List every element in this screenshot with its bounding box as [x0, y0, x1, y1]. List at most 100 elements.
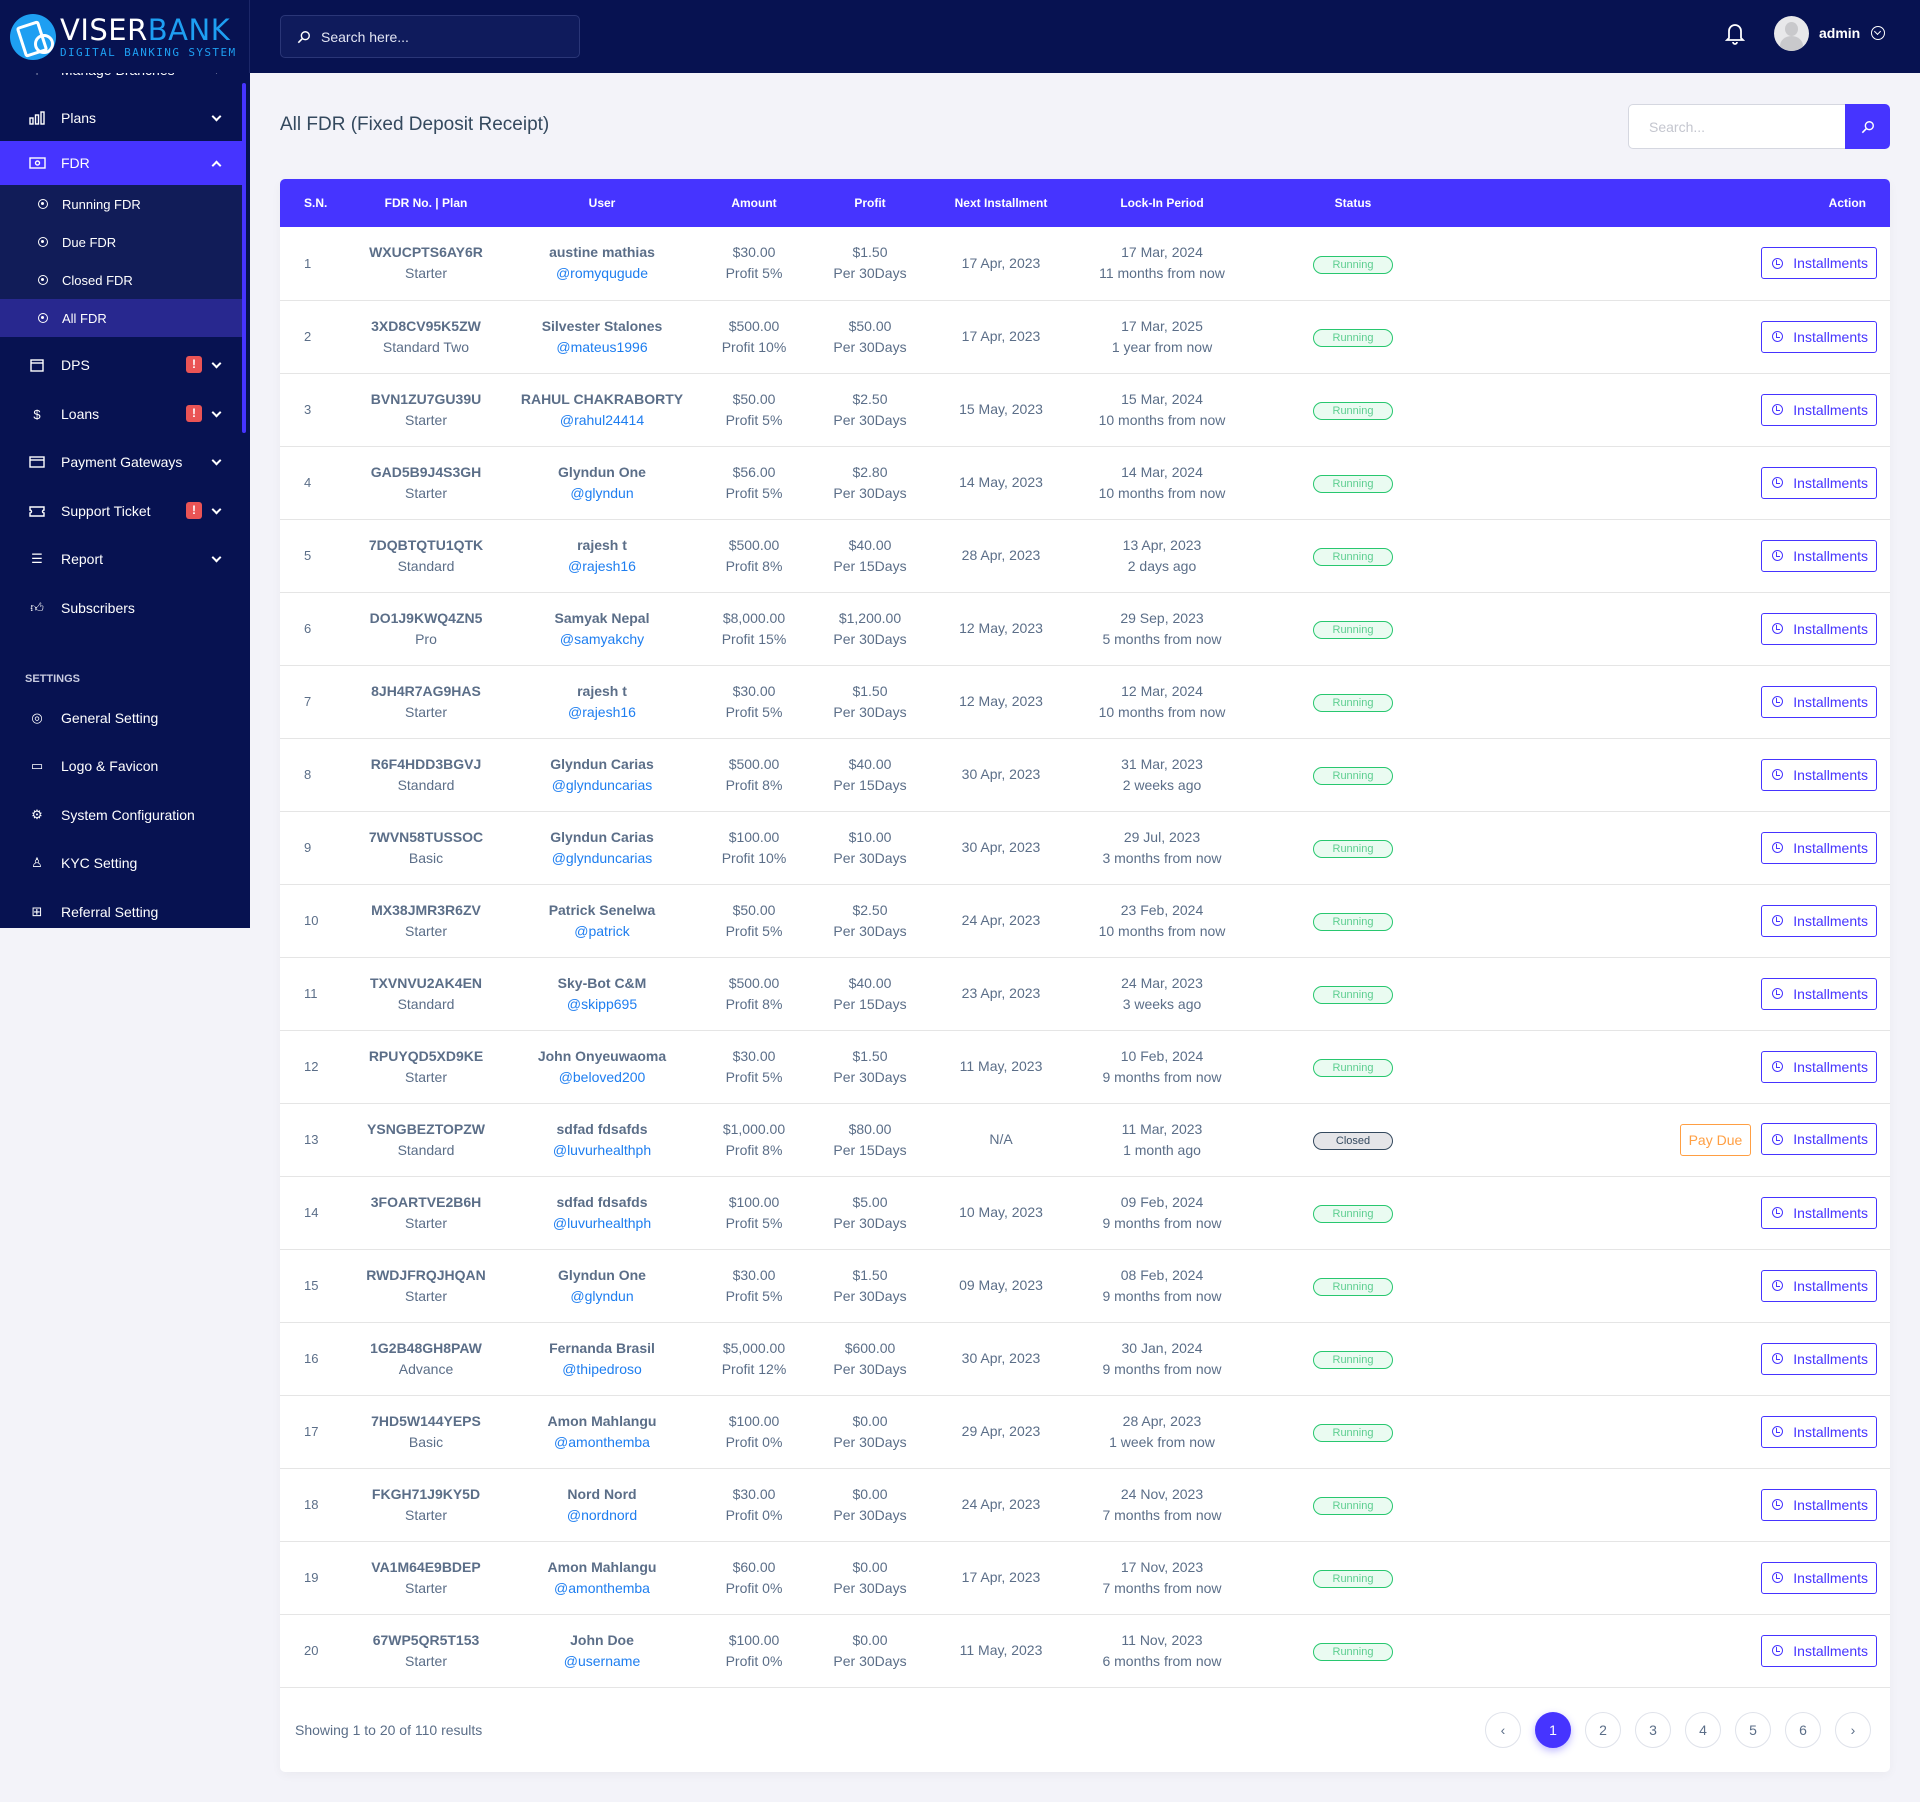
plan-name: Starter — [404, 1214, 447, 1231]
user-username-link[interactable]: @beloved200 — [559, 1069, 646, 1085]
pagination-page-1[interactable]: 1 — [1535, 1711, 1571, 1748]
installments-button[interactable]: Installments — [1761, 1415, 1877, 1448]
sidebar-item-system-configuration[interactable]: ⚙ System Configuration — [0, 793, 242, 837]
lock-in-relative: 10 months from now — [1098, 411, 1226, 428]
user-username-link[interactable]: @romyqugude — [556, 265, 648, 281]
sidebar-item-general-setting[interactable]: ◎ General Setting — [0, 696, 242, 740]
sidebar-item-kyc-setting[interactable]: ♙ KYC Setting — [0, 841, 242, 885]
user-username-link[interactable]: @mateus1996 — [556, 339, 647, 355]
cell-fdr-plan: 67WP5QR5T153 Starter — [342, 1614, 510, 1687]
installments-button[interactable]: Installments — [1761, 466, 1877, 499]
lock-in-date: 24 Nov, 2023 — [1120, 1485, 1204, 1502]
user-username-link[interactable]: @rahul24414 — [560, 412, 644, 428]
sidebar-item-referral-setting[interactable]: ⊞ Referral Setting — [0, 890, 242, 928]
sidebar-item-dps[interactable]: DPS ! — [0, 343, 242, 387]
cell-next-installment: 30 Apr, 2023 — [961, 766, 1041, 782]
fdr-number: RPUYQD5XD9KE — [368, 1047, 484, 1064]
installments-button[interactable]: Installments — [1761, 612, 1877, 645]
cell-amount: $500.00 Profit 8% — [694, 957, 814, 1030]
installments-button[interactable]: Installments — [1761, 247, 1877, 280]
installments-button[interactable]: Installments — [1761, 685, 1877, 718]
installments-button[interactable]: Installments — [1761, 1488, 1877, 1521]
cell-action: Installments — [1458, 1395, 1890, 1468]
user-username-link[interactable]: @skipp695 — [567, 996, 637, 1012]
sidebar-item-plans[interactable]: Plans — [0, 96, 242, 140]
user-username-link[interactable]: @glynduncarias — [552, 850, 653, 866]
avatar[interactable] — [1774, 16, 1809, 51]
sidebar-item-payment-gateways[interactable]: Payment Gateways — [0, 440, 242, 484]
brand-logo[interactable]: VISERBANK DIGITAL BANKING SYSTEM — [0, 0, 250, 73]
installments-button[interactable]: Installments — [1761, 1342, 1877, 1375]
user-username-link[interactable]: @glyndun — [570, 1288, 633, 1304]
sidebar-item-manage-branches[interactable]: ⑂ Manage Branches — [0, 73, 242, 92]
sidebar-item-logo-favicon[interactable]: ▭ Logo & Favicon — [0, 744, 242, 788]
sidebar-item-loans[interactable]: $ Loans ! — [0, 392, 242, 436]
table-row: 4 GAD5B9J4S3GH Starter Glyndun One @glyndun $… — [280, 446, 1890, 519]
cell-sn: 4 — [304, 475, 312, 490]
sidebar-item-fdr[interactable]: FDR — [0, 141, 242, 185]
sidebar-subitem-running-fdr[interactable]: Running FDR — [0, 185, 242, 223]
user-fullname: sdfad fdsafds — [556, 1193, 648, 1210]
pagination-page-3[interactable]: 3 — [1635, 1711, 1671, 1748]
user-username-link[interactable]: @rajesh16 — [568, 704, 636, 720]
sidebar-item-support-ticket[interactable]: Support Ticket ! — [0, 489, 242, 533]
installments-button[interactable]: Installments — [1761, 1050, 1877, 1083]
sidebar-subitem-due-fdr[interactable]: Due FDR — [0, 223, 242, 261]
branch-icon: ⑂ — [28, 73, 46, 78]
cell-lock-in: 24 Mar, 2023 3 weeks ago — [1076, 957, 1248, 1030]
cell-sn: 9 — [304, 840, 312, 855]
pay-due-button[interactable]: Pay Due — [1679, 1123, 1752, 1156]
user-username-link[interactable]: @glyndun — [570, 485, 633, 501]
pagination-page-6[interactable]: 6 — [1785, 1711, 1821, 1748]
lock-in-date: 28 Apr, 2023 — [1122, 1412, 1202, 1429]
global-search-input[interactable]: Search here... — [280, 15, 580, 58]
installments-button[interactable]: Installments — [1761, 1196, 1877, 1229]
installments-button[interactable]: Installments — [1761, 1123, 1877, 1156]
sidebar-subitem-label: Due FDR — [62, 234, 117, 250]
column-header-status: Status — [1334, 196, 1372, 210]
user-name[interactable]: admin — [1819, 25, 1860, 41]
user-username-link[interactable]: @luvurhealthph — [553, 1142, 651, 1158]
pagination-next-button[interactable]: › — [1835, 1711, 1871, 1748]
table-search-input[interactable] — [1628, 104, 1845, 149]
sidebar-scrollbar[interactable] — [242, 83, 246, 433]
installments-button[interactable]: Installments — [1761, 320, 1877, 353]
user-username-link[interactable]: @luvurhealthph — [553, 1215, 651, 1231]
user-username-link[interactable]: @patrick — [574, 923, 629, 939]
cell-next-installment: 28 Apr, 2023 — [961, 547, 1041, 563]
pagination-page-5[interactable]: 5 — [1735, 1711, 1771, 1748]
user-username-link[interactable]: @amonthemba — [554, 1434, 650, 1450]
installments-button[interactable]: Installments — [1761, 904, 1877, 937]
user-username-link[interactable]: @nordnord — [567, 1507, 637, 1523]
sidebar-item-subscribers[interactable]: 👍︎ Subscribers — [0, 586, 242, 630]
installments-button[interactable]: Installments — [1761, 393, 1877, 426]
installments-button[interactable]: Installments — [1761, 1561, 1877, 1594]
sidebar-subitem-closed-fdr[interactable]: Closed FDR — [0, 261, 242, 299]
pagination-prev-button[interactable]: ‹ — [1485, 1711, 1521, 1748]
sidebar-item-report[interactable]: ☰ Report — [0, 537, 242, 581]
bell-icon[interactable] — [1725, 21, 1745, 45]
user-username-link[interactable]: @amonthemba — [554, 1580, 650, 1596]
installments-button[interactable]: Installments — [1761, 539, 1877, 572]
installments-button[interactable]: Installments — [1761, 831, 1877, 864]
installments-button[interactable]: Installments — [1761, 977, 1877, 1010]
user-username-link[interactable]: @thipedroso — [562, 1361, 642, 1377]
cell-amount: $100.00 Profit 5% — [694, 1176, 814, 1249]
pagination-page-4[interactable]: 4 — [1685, 1711, 1721, 1748]
installments-button[interactable]: Installments — [1761, 1634, 1877, 1667]
user-username-link[interactable]: @samyakchy — [560, 631, 644, 647]
cell-status: Running — [1248, 1322, 1458, 1395]
pagination-page-2[interactable]: 2 — [1585, 1711, 1621, 1748]
user-username-link[interactable]: @glynduncarias — [552, 777, 653, 793]
chevron-down-icon[interactable] — [1871, 26, 1885, 40]
status-badge: Running — [1313, 1570, 1393, 1588]
table-search-button[interactable] — [1845, 104, 1890, 149]
installments-button[interactable]: Installments — [1761, 1269, 1877, 1302]
installments-button[interactable]: Installments — [1761, 758, 1877, 791]
amount-value: $100.00 — [728, 828, 780, 845]
cell-next-installment: 10 May, 2023 — [959, 1204, 1043, 1220]
user-username-link[interactable]: @rajesh16 — [568, 558, 636, 574]
amount-value: $30.00 — [732, 682, 776, 699]
sidebar-subitem-all-fdr[interactable]: All FDR — [0, 299, 242, 337]
user-username-link[interactable]: @username — [564, 1653, 640, 1669]
